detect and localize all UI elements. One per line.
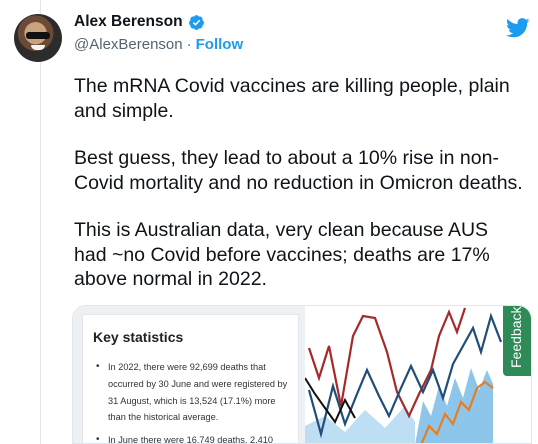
author-display-name[interactable]: Alex Berenson <box>74 13 183 31</box>
author-name-row: Alex Berenson <box>74 13 205 31</box>
author-handle[interactable]: @AlexBerenson <box>74 36 183 53</box>
avatar-glasses <box>26 32 50 39</box>
tweet-paragraph: The mRNA Covid vaccines are killing peop… <box>74 75 510 122</box>
mortality-chart-crop <box>305 306 531 443</box>
twitter-bird-icon[interactable] <box>506 18 530 38</box>
chart-historical-band-light <box>305 406 415 443</box>
tweet-card: Alex Berenson @AlexBerenson · Follow The… <box>0 0 538 444</box>
author-handle-row: @AlexBerenson · Follow <box>74 36 243 53</box>
tweet-paragraph: Best guess, they lead to about a 10% ris… <box>74 147 523 194</box>
key-statistics-list: In 2022, there were 92,699 deaths that o… <box>94 359 294 443</box>
key-statistics-item: In June there were 16,749 deaths, 2,410 <box>94 432 294 443</box>
tweet-body: The mRNA Covid vaccines are killing peop… <box>74 74 524 315</box>
feedback-label: Feedback <box>508 306 524 368</box>
mortality-chart-svg <box>305 307 503 443</box>
handle-separator: · <box>186 36 192 53</box>
key-statistics-box: Key statistics In 2022, there were 92,69… <box>82 314 299 443</box>
verified-badge-icon <box>188 14 204 30</box>
card-border <box>40 0 41 444</box>
avatar[interactable] <box>14 14 62 62</box>
key-statistics-item: In 2022, there were 92,699 deaths that o… <box>94 359 294 426</box>
key-statistics-title: Key statistics <box>93 329 184 345</box>
tweet-media-image[interactable]: Key statistics In 2022, there were 92,69… <box>72 305 532 444</box>
tweet-paragraph: This is Australian data, very clean beca… <box>74 219 490 290</box>
avatar-mouth <box>31 45 45 50</box>
feedback-tab[interactable]: Feedback <box>503 306 531 376</box>
key-statistics-panel: Key statistics In 2022, there were 92,69… <box>73 306 305 443</box>
follow-button[interactable]: Follow <box>196 36 244 53</box>
